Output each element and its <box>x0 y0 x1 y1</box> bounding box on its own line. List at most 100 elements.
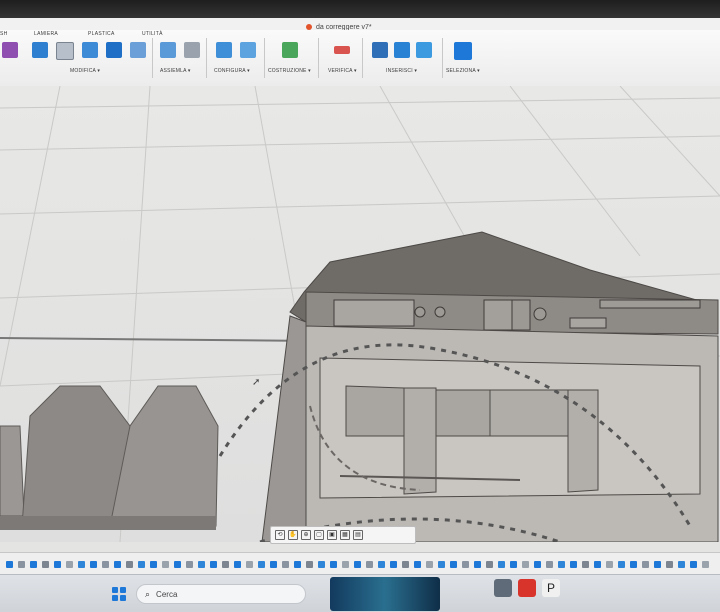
combine-tool-icon[interactable] <box>106 42 122 58</box>
timeline-item[interactable] <box>150 560 157 568</box>
timeline-item[interactable] <box>630 560 637 568</box>
timeline-item[interactable] <box>54 560 61 568</box>
group-modify-label[interactable]: MODIFICA ▾ <box>70 68 100 74</box>
shell-tool-icon[interactable] <box>82 42 98 58</box>
timeline-item[interactable] <box>174 560 181 568</box>
timeline-item[interactable] <box>690 560 697 568</box>
pan-icon[interactable]: ✋ <box>288 530 298 540</box>
timeline-item[interactable] <box>582 560 589 568</box>
timeline-item[interactable] <box>438 560 445 568</box>
new-component-icon[interactable] <box>160 42 176 58</box>
configure-icon[interactable] <box>240 42 256 58</box>
timeline-item[interactable] <box>270 560 277 568</box>
timeline-item[interactable] <box>114 560 121 568</box>
timeline-item[interactable] <box>282 560 289 568</box>
sketch-tool-icon[interactable] <box>2 42 18 58</box>
fit-icon[interactable]: ▢ <box>314 530 324 540</box>
taskbar-search[interactable]: ⌕ Cerca <box>136 584 306 604</box>
timeline-item[interactable] <box>618 560 625 568</box>
split-tool-icon[interactable] <box>130 42 146 58</box>
timeline-item[interactable] <box>90 560 97 568</box>
timeline-item[interactable] <box>414 560 421 568</box>
timeline-item[interactable] <box>306 560 313 568</box>
timeline-item[interactable] <box>510 560 517 568</box>
timeline-item[interactable] <box>558 560 565 568</box>
zoom-icon[interactable]: ⊕ <box>301 530 311 540</box>
group-select-label[interactable]: SELEZIONA ▾ <box>446 68 480 74</box>
timeline-item[interactable] <box>534 560 541 568</box>
timeline-item[interactable] <box>162 560 169 568</box>
orbit-icon[interactable]: ⟲ <box>275 530 285 540</box>
timeline-item[interactable] <box>666 560 673 568</box>
timeline-item[interactable] <box>66 560 73 568</box>
timeline-item[interactable] <box>450 560 457 568</box>
timeline-item[interactable] <box>330 560 337 568</box>
timeline-item[interactable] <box>342 560 349 568</box>
flange-tool-icon[interactable] <box>32 42 48 58</box>
timeline-item[interactable] <box>246 560 253 568</box>
3d-viewport[interactable]: ➚ <box>0 85 720 544</box>
tab-plastica[interactable]: PLASTICA <box>88 31 115 37</box>
timeline-item[interactable] <box>354 560 361 568</box>
timeline-item[interactable] <box>594 560 601 568</box>
timeline-item[interactable] <box>498 560 505 568</box>
timeline-item[interactable] <box>570 560 577 568</box>
timeline-item[interactable] <box>126 560 133 568</box>
timeline-item[interactable] <box>546 560 553 568</box>
group-construct-label[interactable]: COSTRUZIONE ▾ <box>268 68 311 74</box>
joint-icon[interactable] <box>184 42 200 58</box>
grid-settings-icon[interactable]: ▦ <box>340 530 350 540</box>
select-icon[interactable] <box>454 42 472 60</box>
group-configure-label[interactable]: CONFIGURA ▾ <box>214 68 250 74</box>
insert-icon[interactable] <box>372 42 388 58</box>
timeline-item[interactable] <box>474 560 481 568</box>
timeline-item[interactable] <box>678 560 685 568</box>
timeline-item[interactable] <box>486 560 493 568</box>
insert-mesh-icon[interactable] <box>394 42 410 58</box>
timeline-item[interactable] <box>102 560 109 568</box>
timeline-item[interactable] <box>186 560 193 568</box>
timeline-item[interactable] <box>366 560 373 568</box>
timeline-item[interactable] <box>78 560 85 568</box>
measure-icon[interactable] <box>334 46 350 54</box>
construct-plane-icon[interactable] <box>282 42 298 58</box>
group-insert-label[interactable]: INSERISCI ▾ <box>386 68 417 74</box>
fusion-app-icon[interactable] <box>518 579 536 597</box>
timeline-item[interactable] <box>234 560 241 568</box>
tab-sh[interactable]: SH <box>0 31 8 37</box>
timeline-item[interactable] <box>654 560 661 568</box>
timeline-item[interactable] <box>138 560 145 568</box>
timeline-item[interactable] <box>642 560 649 568</box>
parameters-icon[interactable] <box>216 42 232 58</box>
timeline-item[interactable] <box>6 560 13 568</box>
timeline-item[interactable] <box>318 560 325 568</box>
tab-lamiera[interactable]: LAMIERA <box>34 31 58 37</box>
viewports-icon[interactable]: ▤ <box>353 530 363 540</box>
timeline-item[interactable] <box>462 560 469 568</box>
group-inspect-label[interactable]: VERIFICA ▾ <box>328 68 357 74</box>
timeline-item[interactable] <box>222 560 229 568</box>
timeline-item[interactable] <box>426 560 433 568</box>
taskbar-widget-thumbnail[interactable] <box>330 577 440 611</box>
timeline-item[interactable] <box>378 560 385 568</box>
timeline-item[interactable] <box>606 560 613 568</box>
windows-start-icon[interactable] <box>112 587 126 601</box>
p-app-icon[interactable]: P <box>542 579 560 597</box>
timeline-item[interactable] <box>702 560 709 568</box>
calculator-app-icon[interactable] <box>494 579 512 597</box>
timeline-item[interactable] <box>42 560 49 568</box>
group-assemble-label[interactable]: ASSIEMLA ▾ <box>160 68 191 74</box>
timeline-item[interactable] <box>294 560 301 568</box>
timeline-item[interactable] <box>18 560 25 568</box>
timeline-item[interactable] <box>402 560 409 568</box>
timeline-item[interactable] <box>30 560 37 568</box>
timeline-item[interactable] <box>522 560 529 568</box>
timeline-item[interactable] <box>390 560 397 568</box>
tab-utilita[interactable]: UTILITÀ <box>142 31 163 37</box>
timeline-item[interactable] <box>258 560 265 568</box>
timeline-item[interactable] <box>198 560 205 568</box>
display-settings-icon[interactable]: ▣ <box>327 530 337 540</box>
box-tool-icon[interactable] <box>56 42 74 60</box>
decal-icon[interactable] <box>416 42 432 58</box>
timeline-item[interactable] <box>210 560 217 568</box>
